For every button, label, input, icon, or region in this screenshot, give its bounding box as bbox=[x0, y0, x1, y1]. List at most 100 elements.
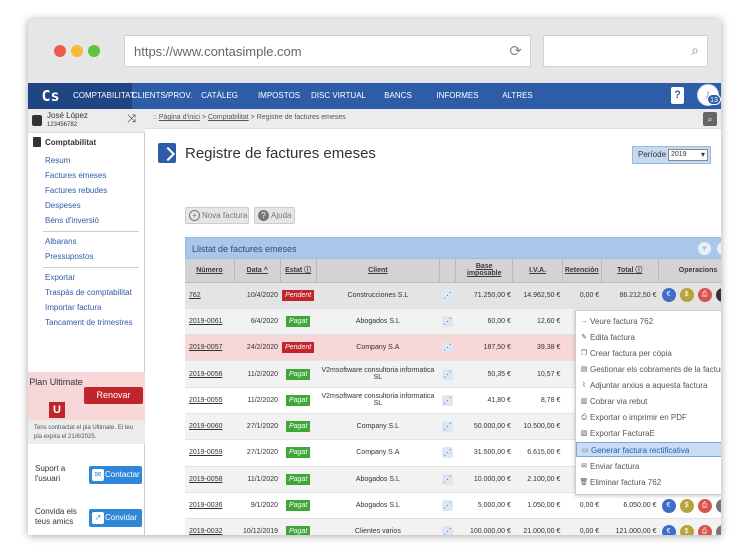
switch-company-icon[interactable]: ⤨ bbox=[127, 113, 136, 126]
maximize-dot[interactable] bbox=[88, 45, 100, 57]
contact-button[interactable]: ✉ Contactar bbox=[89, 466, 142, 484]
user-name[interactable]: José López bbox=[47, 111, 88, 120]
help-icon[interactable]: ? bbox=[671, 87, 684, 104]
print-icon[interactable]: ⎙ bbox=[697, 524, 712, 535]
logo[interactable]: Cs bbox=[28, 83, 73, 109]
cash-icon[interactable]: $ bbox=[679, 524, 694, 535]
sidebar-item-despeses[interactable]: Despeses bbox=[45, 201, 81, 210]
nav-comptabilitat[interactable]: COMPTABILITAT bbox=[73, 83, 135, 109]
nav-altres[interactable]: ALTRES bbox=[490, 83, 545, 109]
renew-button[interactable]: Renovar bbox=[84, 387, 143, 404]
table-row[interactable]: 762 10/4/2020 Pendent Construcciones S.L ⋰ 71… bbox=[185, 282, 721, 309]
menu-item-facturae[interactable]: ▧ Exportar FacturaE bbox=[576, 426, 721, 441]
invoice-number-link[interactable]: 2019-0057 bbox=[185, 334, 235, 362]
chevron-down-icon[interactable]: ▾ bbox=[715, 498, 721, 513]
sidebar-item-importar[interactable]: Importar factura bbox=[45, 303, 101, 312]
table-row[interactable]: 2019-0032 10/12/2019 Pagat Clientes varios ⋰… bbox=[185, 518, 721, 535]
browser-search-box[interactable]: ⌕ bbox=[543, 35, 708, 67]
col-numero[interactable]: Número bbox=[185, 259, 235, 283]
invoice-number-link[interactable]: 2019-0032 bbox=[185, 518, 235, 535]
sidebar-item-exportar[interactable]: Exportar bbox=[45, 273, 75, 282]
col-total[interactable]: Total ⓘ bbox=[601, 259, 660, 283]
sidebar-item-factures-emeses[interactable]: Factures emeses bbox=[45, 171, 106, 180]
invoice-number-link[interactable]: 2019-0056 bbox=[185, 360, 235, 388]
operations-cell: €$⎙▾ bbox=[658, 492, 721, 520]
period-select[interactable]: 2019 bbox=[668, 149, 708, 161]
nav-bancs[interactable]: BANCS bbox=[373, 83, 423, 109]
chart-icon[interactable]: ⋰ bbox=[442, 500, 454, 512]
address-bar[interactable]: https://www.contasimple.com ⟳ bbox=[124, 35, 531, 67]
invite-button[interactable]: ↗ Convidar bbox=[89, 509, 142, 527]
invoice-number-link[interactable]: 2019-0060 bbox=[185, 413, 235, 441]
chevron-down-icon[interactable]: ▾ bbox=[715, 288, 721, 303]
money-icon: ▤ bbox=[580, 366, 588, 373]
sidebar-item-bens-inversio[interactable]: Béns d'inversió bbox=[45, 216, 99, 225]
nav-clients[interactable]: CLIENTS/PROV. bbox=[132, 83, 192, 109]
nav-informes[interactable]: INFORMES bbox=[430, 83, 485, 109]
iva-amount: 21.000,00 € bbox=[512, 518, 563, 535]
breadcrumb-home[interactable]: Pàgina d'inici bbox=[159, 114, 200, 121]
chart-icon[interactable]: ⋰ bbox=[442, 289, 454, 301]
invoice-number-link[interactable]: 2019-0059 bbox=[185, 439, 235, 467]
breadcrumb-section[interactable]: Comptabilitat bbox=[208, 114, 249, 121]
new-invoice-button[interactable]: + Nova factura bbox=[185, 207, 249, 224]
cash-icon[interactable]: $ bbox=[679, 288, 694, 303]
sidebar-item-pressupostos[interactable]: Pressupostos bbox=[45, 252, 93, 261]
invoice-number-link[interactable]: 2019-0055 bbox=[185, 387, 235, 414]
chart-icon[interactable]: ⋰ bbox=[442, 368, 454, 380]
sidebar-item-tancament[interactable]: Tancament de trimestres bbox=[45, 318, 133, 327]
help-button[interactable]: ? Ajuda bbox=[254, 207, 295, 224]
sidebar-item-albarans[interactable]: Albarans bbox=[45, 237, 77, 246]
menu-item-rectify[interactable]: ▭ Generar factura rectificativa bbox=[576, 442, 721, 457]
chart-icon[interactable]: ⋰ bbox=[442, 394, 454, 406]
nav-impostos[interactable]: IMPOSTOS bbox=[250, 83, 308, 109]
invoice-number-link[interactable]: 2019-0058 bbox=[185, 466, 235, 493]
chart-icon[interactable]: ⋰ bbox=[442, 421, 454, 433]
close-dot[interactable] bbox=[54, 45, 66, 57]
cash-icon[interactable]: $ bbox=[679, 498, 694, 513]
menu-item-pdf[interactable]: ⎙ Exportar o imprimir en PDF bbox=[576, 410, 721, 425]
chart-icon[interactable]: ⋰ bbox=[442, 526, 454, 535]
col-estat[interactable]: Estat ⓘ bbox=[280, 259, 317, 283]
payment-icon[interactable]: € bbox=[661, 498, 676, 513]
nav-cataleg[interactable]: CATÀLEG bbox=[192, 83, 247, 109]
invoice-number-link[interactable]: 2019-0036 bbox=[185, 492, 235, 520]
col-retencion[interactable]: Retención bbox=[562, 259, 602, 283]
chart-icon[interactable]: ⋰ bbox=[442, 342, 454, 354]
menu-item-delete[interactable]: 🗑 Eliminar factura 762 bbox=[576, 475, 721, 490]
invoice-number-link[interactable]: 762 bbox=[185, 282, 235, 309]
sidebar-item-factures-rebudes[interactable]: Factures rebudes bbox=[45, 186, 107, 195]
minimize-dot[interactable] bbox=[71, 45, 83, 57]
print-icon[interactable]: ⎙ bbox=[697, 498, 712, 513]
table-row[interactable]: 2019-0036 9/1/2020 Pagat Abogados S.L ⋰ 5.000… bbox=[185, 492, 721, 520]
payment-icon[interactable]: € bbox=[661, 288, 676, 303]
search-icon[interactable]: ⌕ bbox=[703, 112, 717, 126]
col-base[interactable]: Base imposable bbox=[455, 259, 514, 283]
nav-disc-virtual[interactable]: DISC VIRTUAL bbox=[311, 83, 366, 109]
menu-item-receipt[interactable]: ▥ Cobrar via rebut bbox=[576, 394, 721, 409]
download-icon[interactable]: ⤓ bbox=[717, 242, 721, 255]
col-iva[interactable]: I.V.A. bbox=[512, 259, 563, 283]
sidebar-item-resum[interactable]: Resum bbox=[45, 156, 70, 165]
sidebar-item-traspas[interactable]: Traspàs de comptabilitat bbox=[45, 288, 132, 297]
reload-icon[interactable]: ⟳ bbox=[509, 42, 522, 60]
chart-icon[interactable]: ⋰ bbox=[442, 315, 454, 327]
collapse-icon[interactable]: ▼ bbox=[698, 242, 711, 255]
chart-icon[interactable]: ⋰ bbox=[442, 473, 454, 485]
print-icon[interactable]: ⎙ bbox=[697, 288, 712, 303]
col-client[interactable]: Client bbox=[316, 259, 441, 283]
menu-item-copy[interactable]: ❐ Crear factura per còpia bbox=[576, 346, 721, 361]
payment-icon[interactable]: € bbox=[661, 524, 676, 535]
chevron-down-icon[interactable]: ▾ bbox=[715, 524, 721, 535]
invoice-number-link[interactable]: 2019-0061 bbox=[185, 308, 235, 336]
status-cell: Pagat bbox=[280, 308, 317, 336]
col-data[interactable]: Data ^ bbox=[234, 259, 281, 283]
col-data-label: Data bbox=[246, 266, 262, 274]
menu-item-view[interactable]: → Veure factura 762 bbox=[576, 314, 721, 329]
menu-item-payments[interactable]: ▤ Gestionar els cobraments de la factura bbox=[576, 362, 721, 377]
menu-item-edit[interactable]: ✎ Edita factura bbox=[576, 330, 721, 345]
chart-icon[interactable]: ⋰ bbox=[442, 447, 454, 459]
menu-item-send[interactable]: ✉ Enviar factura bbox=[576, 459, 721, 474]
menu-item-attach[interactable]: ⌇ Adjuntar arxius a aquesta factura bbox=[576, 378, 721, 393]
divider bbox=[43, 231, 139, 232]
